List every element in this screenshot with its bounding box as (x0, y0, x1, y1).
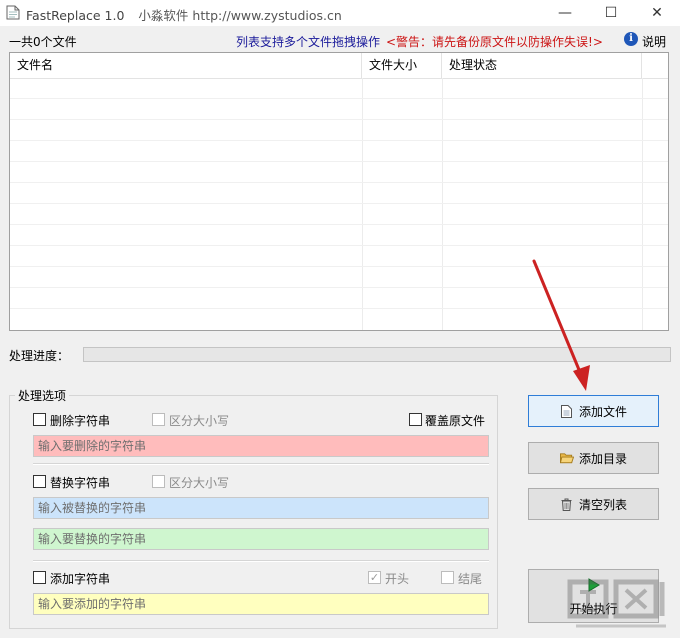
drag-hint: 列表支持多个文件拖拽操作 (236, 35, 381, 49)
clear-list-button[interactable]: 清空列表 (528, 488, 659, 520)
column-divider (362, 78, 363, 330)
delete-case-sensitive-label[interactable]: 区分大小写 (169, 412, 229, 429)
column-header-filesize[interactable]: 文件大小 (362, 53, 442, 78)
file-list-header: 文件名 文件大小 处理状态 (10, 53, 668, 79)
add-at-start-checkbox[interactable]: ✓ (368, 571, 381, 584)
add-at-end-label[interactable]: 结尾 (458, 570, 482, 587)
add-at-start-label[interactable]: 开头 (385, 570, 409, 587)
add-directory-label: 添加目录 (578, 451, 627, 466)
add-directory-button[interactable]: 添加目录 (528, 442, 659, 474)
delete-string-checkbox[interactable] (33, 413, 46, 426)
replace-case-sensitive-label[interactable]: 区分大小写 (169, 474, 229, 491)
backup-warning: <警告：请先备份原文件以防操作失误!> (386, 35, 603, 49)
app-name: FastReplace 1.0 (26, 8, 125, 23)
grid-line (10, 182, 668, 183)
maximize-button[interactable]: ☐ (588, 0, 634, 26)
watermark-logo (567, 579, 666, 628)
replace-with-input[interactable]: 输入要替换的字符串 (33, 528, 489, 550)
grid-line (10, 224, 668, 225)
info-icon[interactable]: i (624, 32, 638, 46)
progress-label: 处理进度： (9, 349, 70, 363)
grid-line (10, 161, 668, 162)
grid-line (10, 140, 668, 141)
app-subtitle: 小淼软件 http://www.zystudios.cn (138, 8, 342, 23)
replace-string-checkbox[interactable] (33, 475, 46, 488)
replace-case-sensitive-checkbox[interactable] (152, 475, 165, 488)
column-divider (642, 78, 643, 330)
add-string-label[interactable]: 添加字符串 (50, 570, 110, 587)
document-icon (560, 404, 574, 418)
column-header-filename[interactable]: 文件名 (10, 53, 362, 78)
grid-line (10, 98, 668, 99)
add-file-label: 添加文件 (578, 404, 627, 419)
folder-icon (559, 451, 574, 465)
help-link[interactable]: 说明 (642, 33, 666, 50)
add-string-input[interactable]: 输入要添加的字符串 (33, 593, 489, 615)
grid-line (10, 119, 668, 120)
replace-string-label[interactable]: 替换字符串 (50, 474, 110, 491)
find-string-input[interactable]: 输入被替换的字符串 (33, 497, 489, 519)
delete-case-sensitive-checkbox[interactable] (152, 413, 165, 426)
options-group-title: 处理选项 (15, 387, 70, 404)
trash-icon (560, 497, 574, 511)
app-icon (6, 5, 20, 20)
minimize-button[interactable]: — (542, 0, 588, 26)
window-title: FastReplace 1.0 小淼软件 http://www.zystudios… (26, 5, 342, 24)
file-count-label: 一共0个文件 (9, 35, 77, 49)
overwrite-checkbox[interactable] (409, 413, 422, 426)
separator (33, 463, 489, 465)
grid-line (10, 245, 668, 246)
separator (33, 560, 489, 562)
column-divider (442, 78, 443, 330)
add-string-checkbox[interactable] (33, 571, 46, 584)
clear-list-label: 清空列表 (578, 497, 627, 512)
delete-string-label[interactable]: 删除字符串 (50, 412, 110, 429)
close-button[interactable]: ✕ (634, 0, 680, 26)
annotation-arrow (532, 259, 590, 391)
add-at-end-checkbox[interactable] (441, 571, 454, 584)
overwrite-label[interactable]: 覆盖原文件 (425, 412, 485, 429)
column-header-status[interactable]: 处理状态 (442, 53, 642, 78)
delete-string-input[interactable]: 输入要删除的字符串 (33, 435, 489, 457)
grid-line (10, 203, 668, 204)
